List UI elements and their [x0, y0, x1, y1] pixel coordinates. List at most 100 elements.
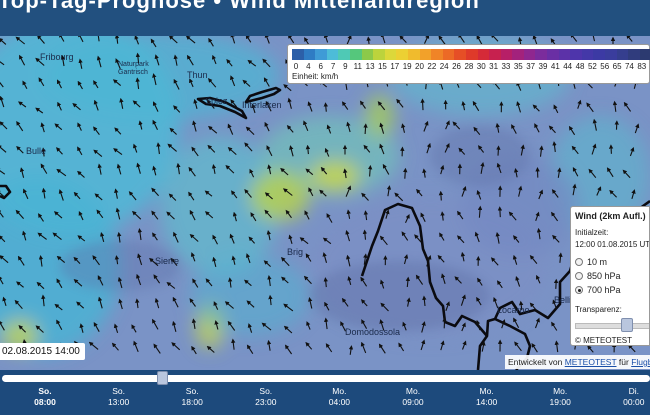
flugbasis-link[interactable]: Flugbasis: [631, 357, 650, 367]
time-slider-label[interactable]: So. 13:00: [94, 386, 144, 408]
radio-button[interactable]: [575, 272, 583, 280]
time-slider-label[interactable]: Mo. 09:00: [388, 386, 438, 408]
place-label: Interlaken: [242, 100, 282, 110]
legend-unit: Einheit: km/h: [292, 72, 339, 81]
panel-title: Wind (2km Aufl.): [575, 211, 646, 221]
init-time-value: 12:00 01.08.2015 UTC: [575, 240, 650, 249]
legend-color-swatch: [315, 49, 327, 60]
legend-color-swatch: [535, 49, 548, 60]
init-time-label: Initialzeit:: [575, 228, 609, 237]
legend-tick-label: 30: [476, 62, 486, 71]
time-label-hour: 09:00: [402, 397, 424, 407]
legend-tick-label: 41: [550, 62, 560, 71]
legend-color-swatch: [489, 49, 501, 60]
time-slider-label[interactable]: Mo. 19:00: [535, 386, 585, 408]
legend-tick-label: 33: [501, 62, 511, 71]
legend-tick-label: 6: [318, 62, 323, 71]
level-label: 10 m: [587, 257, 608, 267]
time-label-hour: 23:00: [255, 397, 277, 407]
place-label: Sierre: [155, 256, 180, 266]
meteotest-link[interactable]: METEOTEST: [565, 357, 617, 367]
wind-arrow: [438, 190, 444, 201]
legend-tick-label: 17: [390, 62, 400, 71]
legend-color-swatch: [431, 49, 443, 60]
legend-tick-label: 15: [377, 62, 387, 71]
time-slider-label[interactable]: So. 08:00: [20, 386, 70, 408]
time-slider-label[interactable]: So. 23:00: [241, 386, 291, 408]
time-label-day: So.: [38, 386, 52, 396]
place-label: Thun: [187, 70, 208, 80]
page-title: Top-Tag-Prognose • Wind Mittellandregion: [0, 0, 480, 13]
legend-tick-label: 35: [513, 62, 523, 71]
legend-tick-label: 44: [563, 62, 573, 71]
wind-map[interactable]: Fribourg Naturpark Gantrisch Thun Spiez …: [0, 36, 650, 370]
time-slider-track[interactable]: [2, 375, 650, 382]
place-label: Spiez: [205, 96, 228, 106]
time-label-day: So.: [259, 386, 273, 396]
legend-color-swatch: [500, 49, 513, 60]
wind-control-panel: Wind (2km Aufl.) Initialzeit: 12:00 01.0…: [570, 206, 650, 346]
legend-tick-label: 11: [353, 62, 362, 71]
time-slider-handle[interactable]: [156, 371, 168, 385]
legend-color-swatch: [292, 49, 304, 60]
legend-tick-label: 56: [600, 62, 610, 71]
wind-arrow: [403, 167, 408, 179]
legend-color-swatch: [605, 49, 617, 60]
wind-arrow: [323, 102, 328, 112]
legend-tick-label: 22: [427, 62, 437, 71]
time-label-hour: 04:00: [328, 397, 351, 407]
time-label-day: Mo.: [332, 386, 347, 396]
legend-tick-label: 39: [538, 62, 548, 71]
legend-tick-labels: 0 4 6 7 9 11 13 15 17 19 20 22 24 26 28 30 31 33 35 37 39 41 4…: [292, 62, 650, 72]
time-label-day: Mo.: [405, 386, 421, 396]
legend-color-swatch: [454, 49, 466, 60]
legend-color-swatch: [361, 49, 374, 60]
legend-tick-label: 0: [293, 62, 299, 71]
legend-tick-label: 37: [526, 62, 536, 71]
level-label: 850 hPa: [587, 271, 621, 281]
time-label-day: Mo.: [553, 386, 568, 396]
time-slider-label[interactable]: Mo. 14:00: [462, 386, 512, 408]
legend-color-swatch: [442, 49, 455, 60]
time-slider-label[interactable]: Di. 00:00: [609, 386, 650, 408]
credit-bar: Entwickelt von METEOTEST für Flugbasis: [505, 355, 650, 369]
copyright-label: © METEOTEST: [575, 336, 633, 345]
map-canvas[interactable]: [0, 36, 650, 370]
place-label: Bulle: [26, 146, 47, 156]
level-option-850hpa[interactable]: 850 hPa: [575, 271, 621, 281]
place-label: Locarno: [497, 305, 530, 315]
time-label-day: Mo.: [479, 386, 494, 396]
legend-tick-label: 9: [343, 62, 348, 71]
legend-tick-label: 74: [624, 62, 634, 71]
legend-color-swatch: [628, 49, 640, 60]
legend-color-swatch: [547, 49, 559, 60]
wind-arrow: [367, 164, 373, 177]
legend-color-swatch: [581, 49, 594, 60]
radio-button[interactable]: [575, 286, 583, 294]
place-label: Fribourg: [40, 52, 74, 62]
time-label-day: So.: [112, 386, 125, 396]
level-option-700hpa[interactable]: 700 hPa: [575, 285, 621, 295]
time-slider-label[interactable]: So. 18:00: [167, 386, 217, 408]
legend-tick-label: 13: [365, 62, 375, 71]
time-label-hour: 19:00: [549, 397, 571, 407]
time-slider-label[interactable]: Mo. 04:00: [314, 386, 364, 408]
time-label-hour: 18:00: [181, 397, 203, 407]
credit-prefix: Entwickelt von: [508, 357, 563, 367]
legend-color-swatch: [639, 49, 650, 60]
legend-color-swatch: [593, 49, 606, 60]
legend-color-swatch: [338, 49, 350, 60]
transparency-slider-track[interactable]: [575, 323, 649, 329]
credit-middle: für: [618, 357, 629, 367]
level-option-10m[interactable]: 10 m: [575, 257, 607, 267]
legend-color-swatch: [407, 49, 420, 60]
wind-arrow: [363, 123, 368, 135]
place-label: Brig: [287, 247, 304, 257]
transparency-slider-handle[interactable]: [621, 318, 634, 332]
legend-color-swatch: [349, 49, 362, 60]
time-label-hour: 14:00: [475, 397, 498, 407]
radio-button[interactable]: [575, 258, 583, 266]
legend-color-swatch: [570, 49, 582, 60]
current-time-badge: 02.08.2015 14:00: [0, 343, 85, 360]
legend-tick-label: 26: [452, 62, 461, 71]
